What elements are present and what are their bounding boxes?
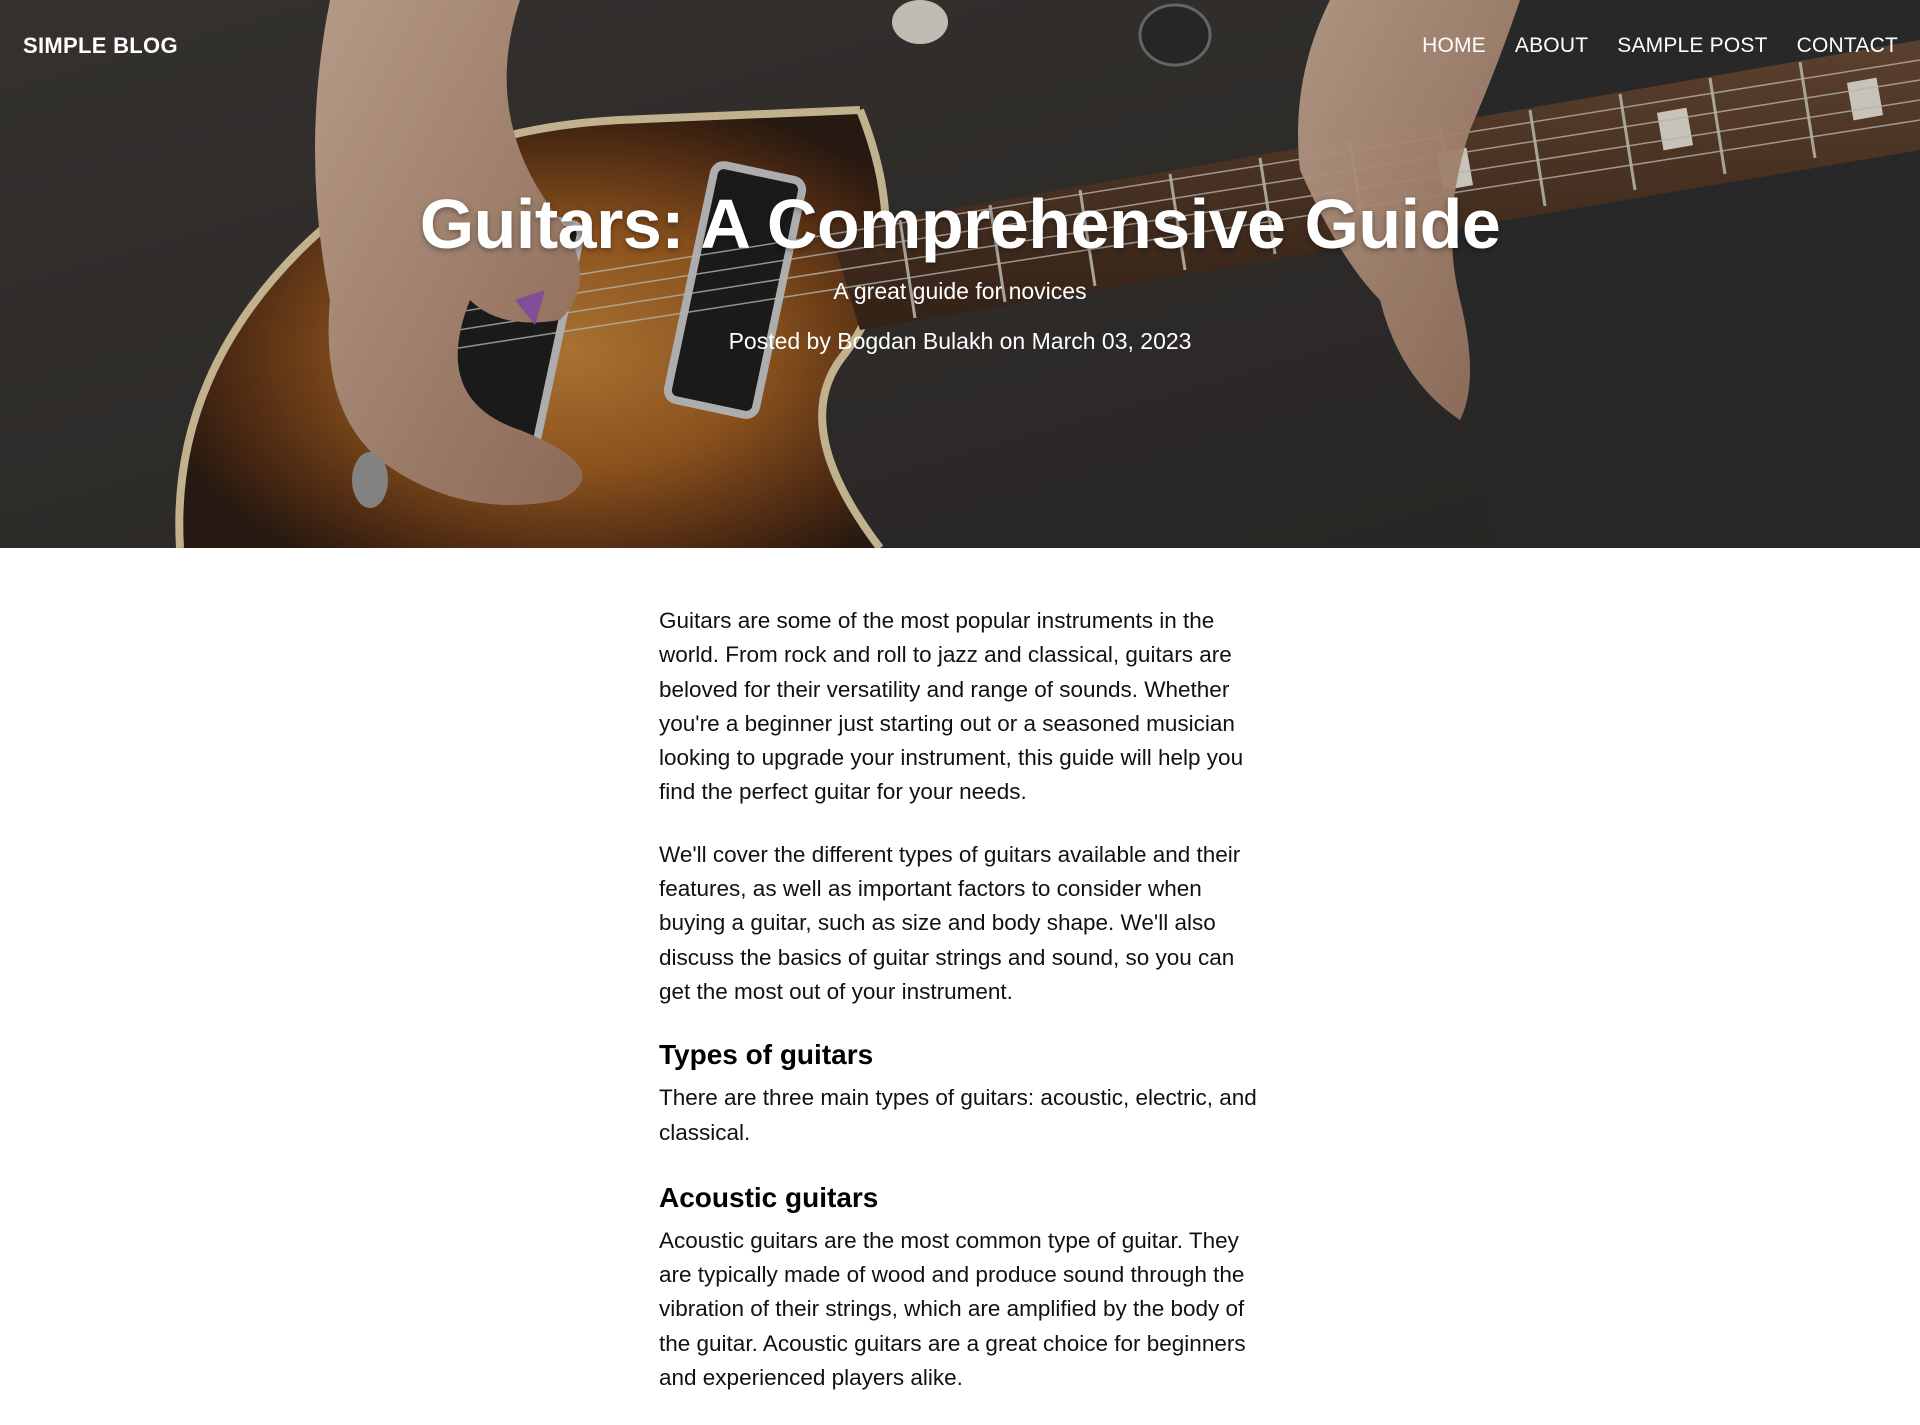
brand-link[interactable]: SIMPLE BLOG [23, 33, 178, 59]
nav-link-sample-post[interactable]: SAMPLE POST [1617, 34, 1767, 58]
nav-link-about[interactable]: ABOUT [1515, 34, 1588, 58]
post-heading: Guitars: A Comprehensive Guide A great g… [0, 182, 1920, 356]
nav-link-contact[interactable]: CONTACT [1797, 34, 1898, 58]
article-paragraph: Guitars are some of the most popular ins… [659, 608, 1244, 805]
section-heading: Types of guitars [659, 1039, 874, 1071]
section-paragraph: There are three main types of guitars: a… [659, 1085, 1257, 1145]
article-paragraph: We'll cover the different types of guita… [659, 841, 1241, 1004]
section-paragraph: Acoustic guitars are the most common typ… [659, 1227, 1246, 1391]
nav-link-home[interactable]: HOME [1422, 34, 1486, 58]
hero-header: SIMPLE BLOG HOME ABOUT SAMPLE POST CONTA… [0, 0, 1920, 548]
navbar: SIMPLE BLOG HOME ABOUT SAMPLE POST CONTA… [0, 0, 1920, 92]
post-meta: Posted by Bogdan Bulakh on March 03, 202… [728, 328, 1192, 354]
nav-links: HOME ABOUT SAMPLE POST CONTACT [1422, 34, 1898, 58]
post-title: Guitars: A Comprehensive Guide [419, 185, 1501, 263]
article-body: Guitars are some of the most popular ins… [659, 604, 1269, 1425]
post-subtitle: A great guide for novices [833, 278, 1087, 304]
section-heading: Acoustic guitars [659, 1181, 879, 1213]
